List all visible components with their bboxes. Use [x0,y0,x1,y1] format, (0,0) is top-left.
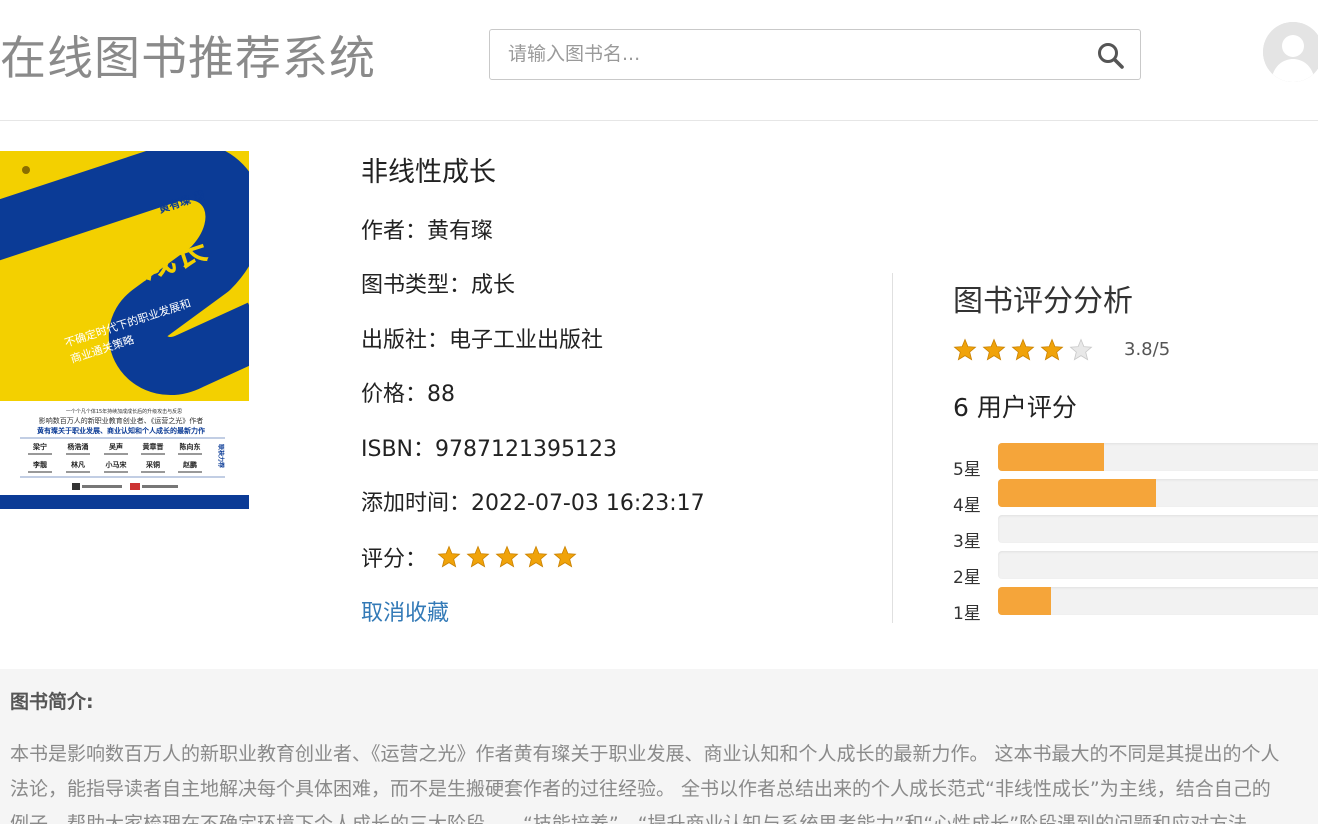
cover-blurb-3: 黄有璨关于职业发展、商业认知和个人成长的最新力作 [37,426,205,435]
publisher-value: 电子工业出版社 [449,328,604,353]
isbn-label: ISBN： [361,437,436,462]
user-rating-stars[interactable] [437,545,577,569]
average-rating-stars [953,338,1093,362]
rating-panel-title: 图书评分分析 [953,284,1133,319]
cover-blurb-2: 影响数百万人的新职业教育创业者、《运营之光》作者 [39,416,204,425]
cover-recommender: 李靓 [32,460,47,469]
cover-recommender: 陈向东 [180,442,201,451]
star-icon [495,545,519,568]
cover-recommend-tag: 联袂力荐 [217,444,225,468]
rating-bar-track [998,587,1318,615]
isbn-value: 9787121395123 [435,437,617,462]
book-cover: 黄有璨 著 非线性成长 不确定时代下的职业发展和 商业通关策略 一个个凡个体15… [0,151,249,509]
rating-bar-row: 4星 [953,478,1318,516]
cover-recommender: 梁宁 [32,442,47,451]
search-box [489,29,1141,80]
rating-bar-fill [998,587,1051,615]
price-value: 88 [427,382,456,407]
category-label: 图书类型： [361,273,472,298]
cover-recommender: 吴声 [109,442,123,451]
section-divider [892,273,893,623]
publisher-label: 出版社： [361,328,450,353]
rating-bar-track [998,479,1318,507]
user-rating-count: 6 用户评分 [953,393,1077,422]
unfavorite-link[interactable]: 取消收藏 [361,595,449,627]
intro-text-line: 法论，能指导读者自主地解决每个具体困难，而不是生搬硬套作者的过往经验。 全书以作… [10,778,1271,800]
cover-recommender: 杨浩涌 [68,442,89,451]
user-avatar[interactable] [1263,22,1318,82]
cover-recommender: 黄章晋 [143,442,164,451]
cover-recommender: 小马宋 [105,460,127,469]
rating-bar-row: 1星 [953,586,1318,624]
star-icon [466,545,490,568]
rating-bar-fill [998,479,1156,507]
star-icon [1040,338,1064,361]
site-title[interactable]: 在线图书推荐系统 [0,22,376,88]
intro-text-line: 本书是影响数百万人的新职业教育创业者、《运营之光》作者黄有璨关于职业发展、商业认… [10,743,1280,765]
isbn-row: ISBN：9787121395123 [361,431,617,463]
star-empty-icon [1069,338,1093,361]
intro-title: 图书简介: [10,691,94,713]
added-time-label: 添加时间： [361,491,472,516]
average-score: 3.8/5 [1124,339,1171,360]
rating-bar-row: 2星 [953,550,1318,588]
cover-recommender: 林凡 [71,460,85,469]
search-icon [1098,43,1124,69]
star-icon [437,545,461,568]
search-button[interactable] [1096,41,1126,69]
rating-bar-label: 5星 [953,460,981,480]
book-cover-image: 黄有璨 著 非线性成长 不确定时代下的职业发展和 商业通关策略 一个个凡个体15… [0,151,249,509]
cover-recommender: 采铜 [145,460,160,469]
added-time-row: 添加时间：2022-07-03 16:23:17 [361,485,705,517]
intro-text-line: 例子，帮助大家梳理在不确定环境下个人成长的三大阶段——“技能培养”、“提升商业认… [10,813,1248,824]
book-title: 非线性成长 [361,157,496,188]
book-intro: 图书简介: 本书是影响数百万人的新职业教育创业者、《运营之光》作者黄有璨关于职业… [0,669,1318,824]
rating-bar-label: 2星 [953,568,981,588]
rating-row: 评分： [361,541,577,573]
added-time-value: 2022-07-03 16:23:17 [471,491,705,516]
author-label: 作者： [361,219,428,244]
cover-blurb-1: 一个个凡个体15年持续加成成长后的升级攻击与反思 [66,408,182,415]
search-input[interactable] [508,41,1068,67]
header-divider [0,120,1318,121]
star-icon [553,545,577,568]
user-avatar-icon [1263,22,1318,82]
rating-bar-label: 4星 [953,496,981,516]
star-icon [1011,338,1035,361]
rating-label: 评分： [361,547,428,572]
rating-bar-fill [998,443,1104,471]
rating-bar-track [998,515,1318,543]
star-icon [953,338,977,361]
publisher-row: 出版社：电子工业出版社 [361,322,603,354]
star-icon [524,545,548,568]
author-value: 黄有璨 [427,219,494,244]
rating-bar-label: 3星 [953,532,981,552]
header: 在线图书推荐系统 [0,0,1318,120]
rating-bar-track [998,443,1318,471]
star-icon [982,338,1006,361]
cover-recommender: 赵鹏 [182,460,197,469]
category-row: 图书类型：成长 [361,267,515,299]
price-label: 价格： [361,382,428,407]
rating-bar-track [998,551,1318,579]
price-row: 价格：88 [361,376,455,408]
category-value: 成长 [471,273,516,298]
rating-bar-row: 3星 [953,514,1318,552]
rating-bar-label: 1星 [953,604,981,624]
author-row: 作者：黄有璨 [361,213,493,245]
rating-bar-row: 5星 [953,442,1318,480]
